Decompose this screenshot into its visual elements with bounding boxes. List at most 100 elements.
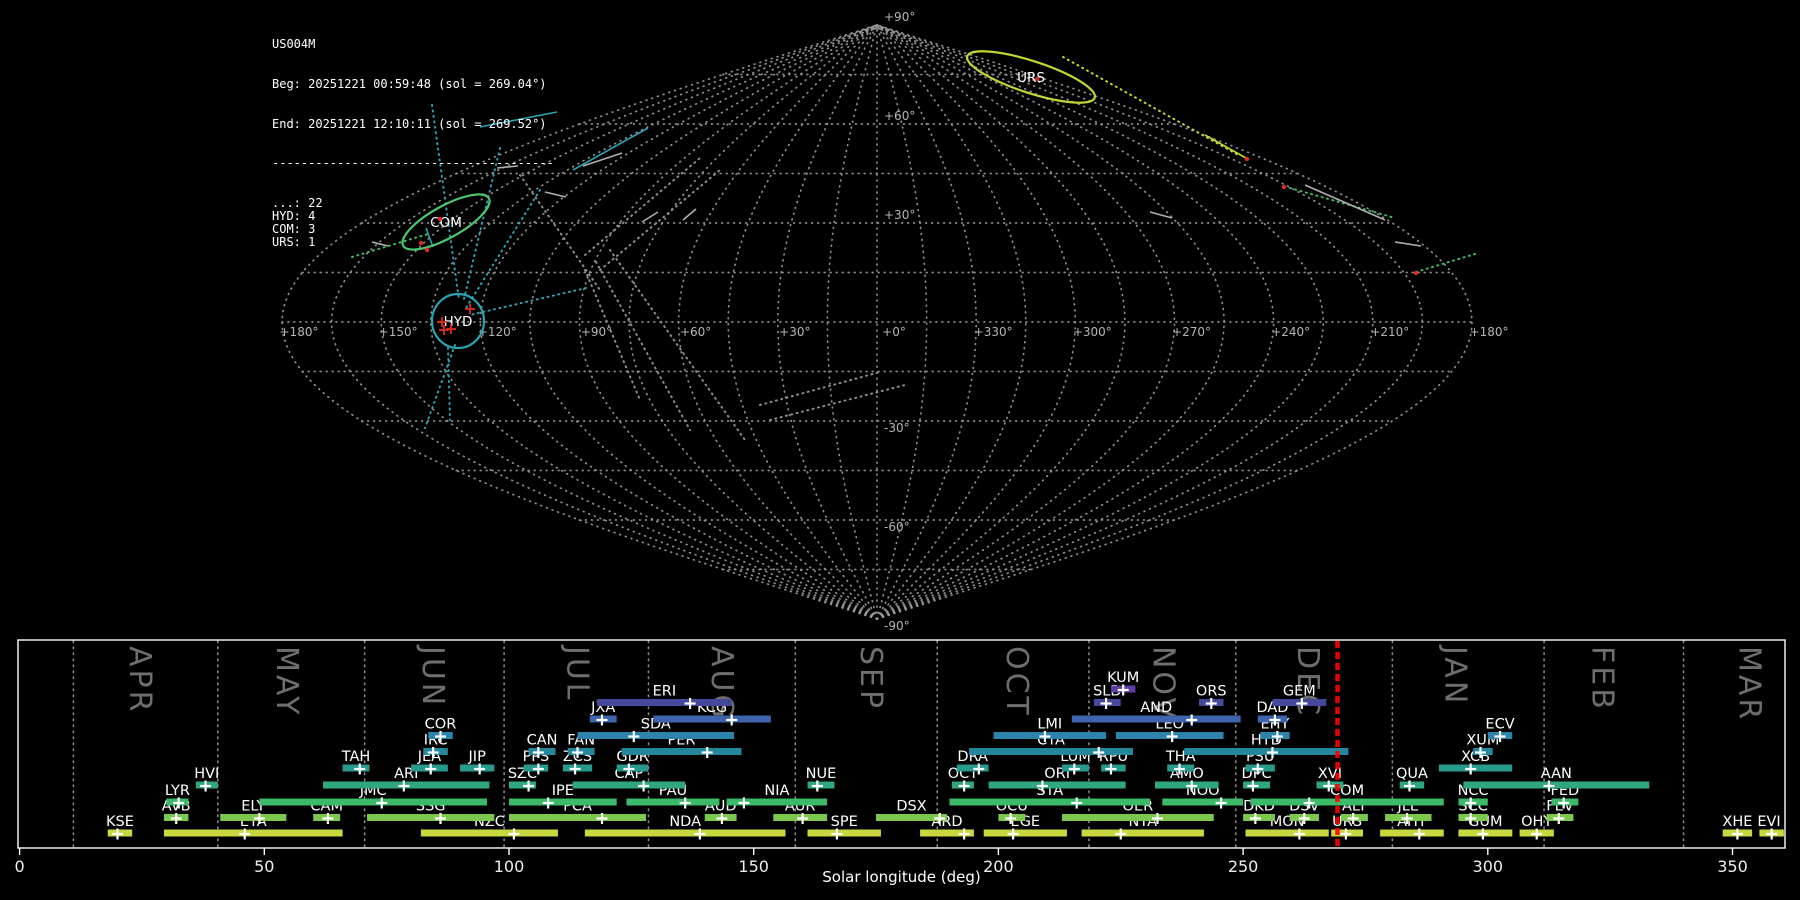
radiant-label-HYD: HYD (444, 314, 473, 330)
lon-label: +60° (680, 325, 711, 339)
x-tick-label: 200 (983, 857, 1014, 876)
shower-bar-SPE (808, 830, 881, 837)
shower-label-NUE: NUE (806, 766, 837, 782)
shower-bar-PCA (509, 814, 646, 821)
radiant-HYD: HYD (432, 294, 484, 348)
shower-bar-ETA (164, 830, 343, 837)
meteor-station-report: +180°+150°+120°+90°+60°+30°+0°+330°+300°… (0, 0, 1800, 900)
shower-bar-ELY (220, 814, 286, 821)
x-tick-label: 350 (1717, 857, 1748, 876)
meteor-trail-dotted (585, 158, 700, 255)
lat-label: +60° (884, 109, 915, 123)
meteor-trail-dotted (760, 372, 880, 405)
shower-label-AAN: AAN (1541, 766, 1572, 782)
activity-timeline: APRMAYJUNJULAUGSEPOCTNOVDECJANFEBMARKSEE… (15, 640, 1785, 886)
radiant-label-URS: URS (1017, 70, 1045, 86)
lon-label: +270° (1172, 325, 1211, 339)
info-divider: --------------------------------------- (272, 157, 554, 170)
meteor-trail-dotted (470, 288, 586, 315)
shower-label-EVI: EVI (1757, 814, 1780, 830)
lat-label: +30° (884, 208, 915, 222)
shower-label-NDA: NDA (669, 814, 701, 830)
shower-label-QUA: QUA (1396, 766, 1428, 782)
shower-label-ERI: ERI (653, 684, 677, 700)
shower-bar-ERI (597, 699, 732, 706)
station-info-block: US004M Beg: 20251221 00:59:48 (sol = 269… (272, 12, 554, 276)
shower-label-ECV: ECV (1485, 717, 1514, 733)
month-label-MAY: MAY (269, 646, 304, 717)
shower-label-TAH: TAH (341, 749, 371, 765)
meteor-trail-dotted (448, 348, 450, 420)
shower-label-SPE: SPE (831, 814, 858, 830)
observation-begin: Beg: 20251221 00:59:48 (sol = 269.04°) (272, 78, 554, 91)
lon-label: +180° (1470, 325, 1509, 339)
shower-bar-OER (1062, 814, 1214, 821)
month-label-JUL: JUL (560, 644, 595, 703)
shower-label-LMI: LMI (1037, 717, 1062, 733)
shower-label-KSE: KSE (106, 814, 134, 830)
month-label-JUN: JUN (415, 644, 450, 708)
shower-bar-NDA (585, 830, 786, 837)
month-label-APR: APR (122, 646, 157, 714)
meteor-trail-dotted (1416, 254, 1475, 272)
x-tick-label: 100 (494, 857, 525, 876)
lat-label: -90° (884, 619, 910, 633)
meteor-streak (583, 153, 622, 166)
month-label-OCT: OCT (999, 646, 1034, 718)
meteor-trail-dotted (1290, 188, 1395, 218)
shower-bar-CAP (573, 782, 686, 789)
lon-label: +300° (1073, 325, 1112, 339)
observation-end: End: 20251221 12:10:11 (sol = 269.52°) (272, 118, 554, 131)
lon-label: +330° (974, 325, 1013, 339)
shower-bar-JMC (259, 799, 487, 806)
shower-label-DSX: DSX (896, 799, 926, 815)
meteor-streak (1305, 185, 1385, 220)
meteor-dot (1245, 157, 1249, 161)
x-tick-label: 150 (738, 857, 769, 876)
shower-bar-AND (1072, 716, 1241, 723)
lat-label: -60° (884, 520, 910, 534)
shower-bar-PER (622, 748, 742, 755)
shower-bar-EGE (984, 830, 1067, 837)
x-tick-label: 50 (254, 857, 274, 876)
meteor-trail-dotted (610, 250, 745, 440)
lon-label: +0° (882, 325, 906, 339)
shower-label-JIP: JIP (468, 749, 487, 765)
lat-label: +90° (884, 10, 915, 24)
shower-label-KUM: KUM (1107, 670, 1139, 686)
month-label-DEC: DEC (1290, 646, 1325, 718)
meteor-markers (419, 77, 1418, 335)
meteor-dot (1414, 271, 1418, 275)
shower-bar-CTA (969, 748, 1133, 755)
month-label-SEP: SEP (853, 646, 888, 711)
shower-count-list: ...: 22HYD: 4COM: 3URS: 1 (272, 197, 554, 250)
shower-bar-STA (949, 799, 1150, 806)
shower-bar-COM (1250, 799, 1443, 806)
shower-label-LYR: LYR (165, 783, 190, 799)
meteor-dot (1282, 185, 1286, 189)
x-tick-label: 300 (1473, 857, 1504, 876)
station-id: US004M (272, 38, 554, 51)
shower-bar-IPE (509, 799, 617, 806)
shower-bar-KCG (653, 716, 770, 723)
shower-bar-AAN (1463, 782, 1649, 789)
meteor-streak (1150, 212, 1172, 218)
shower-label-HVI: HVI (194, 766, 219, 782)
count-line-URS: URS: 1 (272, 236, 554, 249)
lon-label: +150° (379, 325, 418, 339)
shower-bar-AHY (1380, 830, 1444, 837)
shower-bar-NTA (1082, 830, 1204, 837)
shower-bar-MON (1246, 830, 1329, 837)
meteor-streak (642, 212, 658, 222)
shower-label-GEM: GEM (1283, 684, 1316, 700)
x-tick-label: 250 (1228, 857, 1259, 876)
shower-bar-SDA (578, 732, 735, 739)
x-axis-title: Solar longitude (deg) (822, 868, 980, 886)
meteor-streak (1395, 242, 1421, 246)
meteor-trail-dotted (596, 262, 690, 430)
meteor-dot (1035, 77, 1039, 81)
shower-label-AND: AND (1140, 700, 1172, 716)
shower-label-IPE: IPE (552, 783, 574, 799)
x-tick-label: 0 (15, 857, 25, 876)
shower-label-XHE: XHE (1722, 814, 1752, 830)
